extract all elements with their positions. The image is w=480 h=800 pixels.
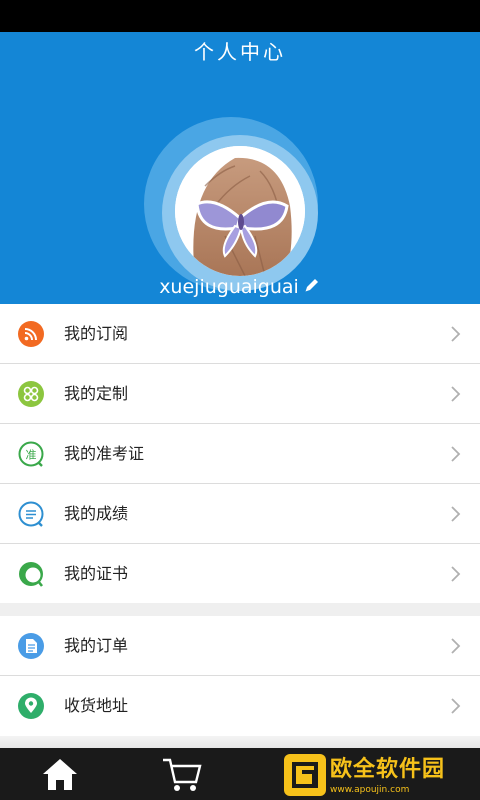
watermark-url: www.apoujin.com bbox=[330, 785, 410, 795]
chevron-right-icon bbox=[450, 697, 462, 715]
menu-item-customize[interactable]: 我的定制 bbox=[0, 364, 480, 424]
menu-item-label: 收货地址 bbox=[64, 696, 129, 715]
admission-ticket-icon: 准 bbox=[18, 441, 44, 467]
chevron-right-icon bbox=[450, 385, 462, 403]
menu-item-label: 我的订单 bbox=[64, 636, 129, 655]
customize-icon bbox=[18, 381, 44, 407]
score-icon bbox=[18, 501, 44, 527]
menu-group-orders: 我的订单 收货地址 bbox=[0, 616, 480, 736]
cart-icon bbox=[163, 758, 202, 791]
tab-home[interactable] bbox=[0, 748, 120, 800]
username-row[interactable]: xuejiuguaiguai bbox=[0, 274, 480, 300]
certificate-icon bbox=[18, 561, 44, 587]
menu-item-label: 我的成绩 bbox=[64, 504, 129, 523]
watermark-text: 欧全软件园 bbox=[330, 757, 446, 782]
watermark: 欧全软件园 www.apoujin.com bbox=[284, 754, 474, 796]
status-bar bbox=[0, 0, 480, 32]
svg-text:准: 准 bbox=[26, 449, 37, 462]
chevron-right-icon bbox=[450, 325, 462, 343]
menu-item-label: 我的证书 bbox=[64, 564, 129, 583]
menu-item-label: 我的准考证 bbox=[64, 444, 145, 463]
tabbar-shadow bbox=[0, 736, 480, 748]
menu-item-subscriptions[interactable]: 我的订阅 bbox=[0, 304, 480, 364]
menu-item-orders[interactable]: 我的订单 bbox=[0, 616, 480, 676]
home-icon bbox=[43, 759, 77, 790]
username-text: xuejiuguaiguai bbox=[159, 276, 299, 298]
tab-cart[interactable] bbox=[120, 748, 240, 800]
menu-item-label: 我的订阅 bbox=[64, 324, 129, 343]
chevron-right-icon bbox=[450, 565, 462, 583]
chevron-right-icon bbox=[450, 505, 462, 523]
menu-item-label: 我的定制 bbox=[64, 384, 129, 403]
menu-item-admission-ticket[interactable]: 准 我的准考证 bbox=[0, 424, 480, 484]
menu-item-shipping-address[interactable]: 收货地址 bbox=[0, 676, 480, 736]
chevron-right-icon bbox=[450, 637, 462, 655]
profile-header: 个人中心 xuejiuguaiguai bbox=[0, 32, 480, 304]
menu-group-account: 我的订阅 我的定制 准 我的准考证 我的成绩 我的证书 bbox=[0, 304, 480, 604]
app-root: 个人中心 xuejiuguaiguai 我的订阅 我的定制 准 我的准考证 我的… bbox=[0, 0, 480, 800]
watermark-logo-icon bbox=[284, 754, 326, 796]
section-divider bbox=[0, 603, 480, 616]
rss-icon bbox=[18, 321, 44, 347]
chevron-right-icon bbox=[450, 445, 462, 463]
menu-item-scores[interactable]: 我的成绩 bbox=[0, 484, 480, 544]
menu-item-certificates[interactable]: 我的证书 bbox=[0, 544, 480, 604]
order-icon bbox=[18, 633, 44, 659]
location-icon bbox=[18, 693, 44, 719]
avatar-image bbox=[175, 146, 305, 276]
page-title: 个人中心 bbox=[194, 40, 286, 64]
edit-pencil-icon[interactable] bbox=[303, 275, 321, 301]
avatar[interactable] bbox=[175, 146, 305, 276]
